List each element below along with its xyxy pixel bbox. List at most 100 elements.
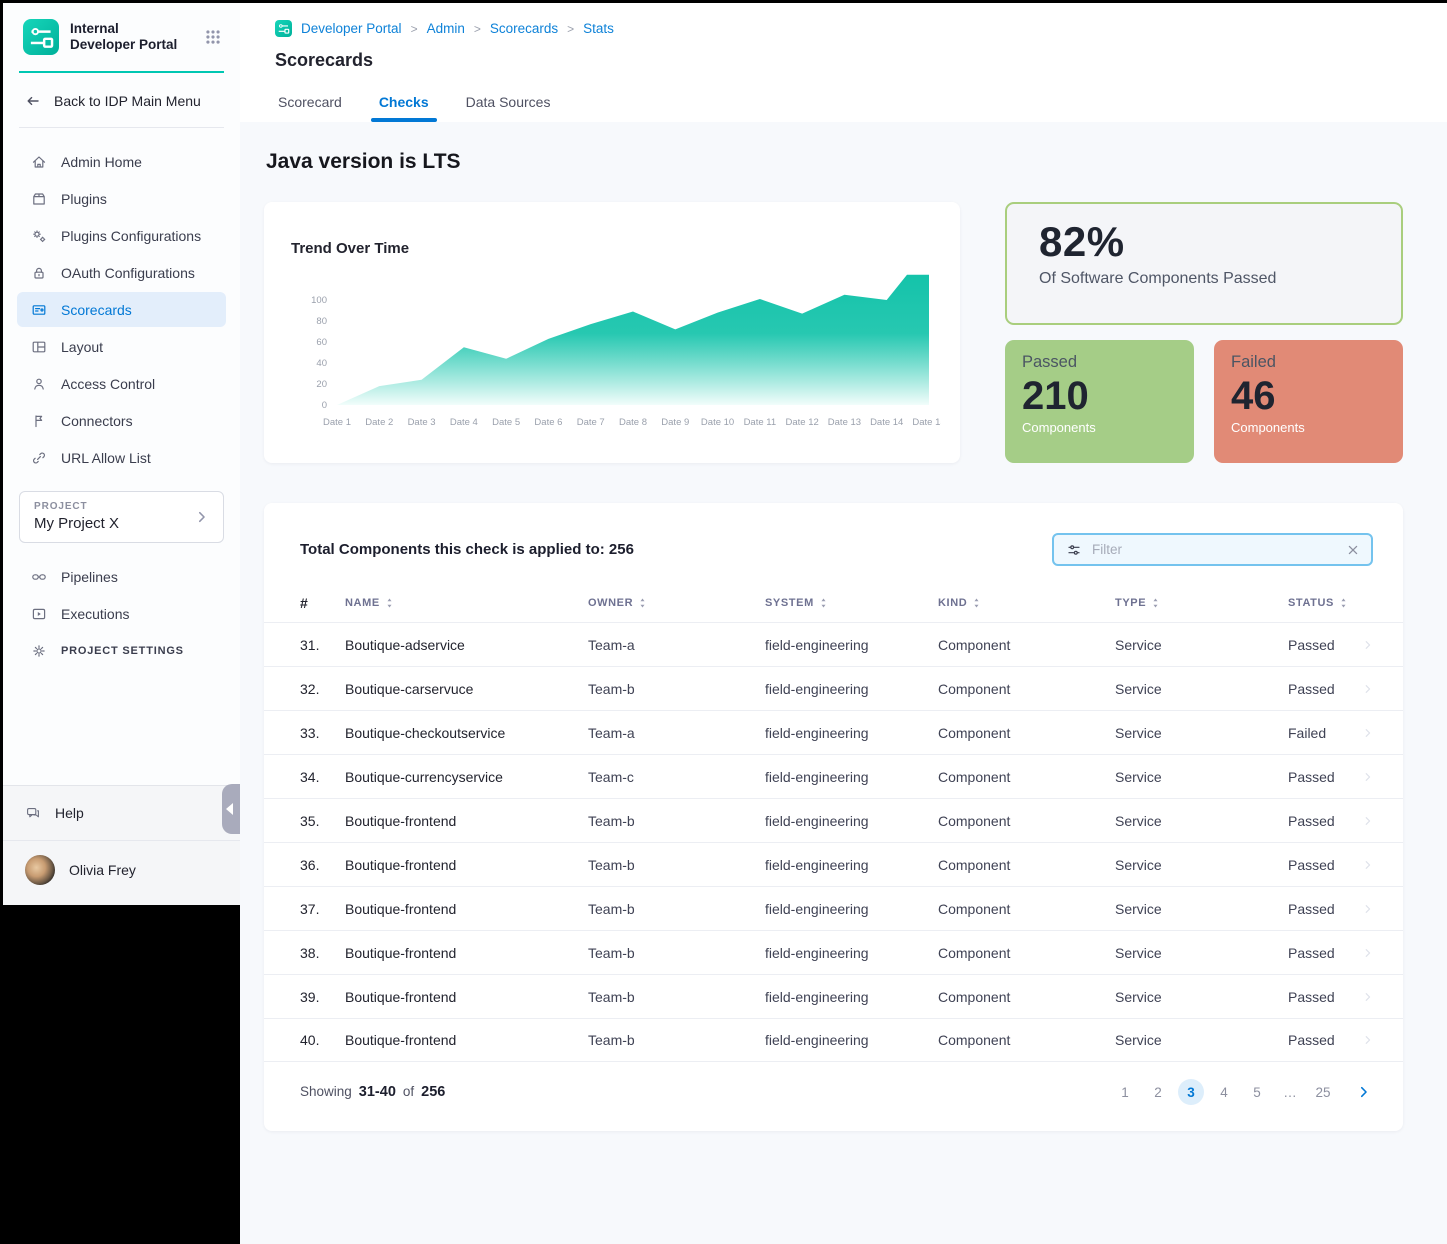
sidebar-item-scorecards[interactable]: Scorecards: [17, 292, 226, 327]
page-3[interactable]: 3: [1178, 1079, 1204, 1105]
cell-system: field-engineering: [765, 1032, 938, 1048]
sidebar-item-oauth-configurations[interactable]: OAuth Configurations: [17, 255, 226, 290]
cell-num: 35.: [300, 813, 345, 829]
col-header-name[interactable]: NAME: [345, 596, 588, 610]
sidebar-item-label: Plugins: [61, 191, 107, 207]
cell-status: Passed: [1288, 637, 1361, 653]
filter-input[interactable]: [1092, 542, 1335, 557]
user-menu[interactable]: Olivia Frey: [3, 841, 240, 905]
breadcrumb-stats[interactable]: Stats: [583, 21, 614, 36]
svg-text:Date 7: Date 7: [577, 417, 605, 428]
sidebar-item-url-allow-list[interactable]: URL Allow List: [17, 440, 226, 475]
sidebar-item-executions[interactable]: Executions: [17, 596, 226, 631]
cell-system: field-engineering: [765, 901, 938, 917]
content: Java version is LTS Trend Over Time 0204…: [240, 122, 1447, 1244]
sort-icon: [385, 596, 394, 610]
chart-title: Trend Over Time: [291, 240, 940, 257]
cell-type: Service: [1115, 857, 1288, 873]
tab-data-sources[interactable]: Data Sources: [466, 94, 551, 122]
page-2[interactable]: 2: [1145, 1079, 1171, 1105]
breadcrumb-separator: >: [474, 22, 481, 36]
check-title: Java version is LTS: [264, 150, 1403, 174]
page-title: Scorecards: [275, 50, 1447, 71]
sidebar-item-pipelines[interactable]: Pipelines: [17, 559, 226, 594]
trend-chart-card: Trend Over Time 020406080100Date 1Date 2…: [264, 202, 960, 463]
table-row[interactable]: 35.Boutique-frontendTeam-bfield-engineer…: [264, 798, 1403, 842]
sidebar-item-admin-home[interactable]: Admin Home: [17, 144, 226, 179]
page-5[interactable]: 5: [1244, 1079, 1270, 1105]
app-switcher-icon[interactable]: [204, 28, 222, 46]
table-row[interactable]: 38.Boutique-frontendTeam-bfield-engineer…: [264, 930, 1403, 974]
avatar: [25, 855, 55, 885]
tab-checks[interactable]: Checks: [379, 94, 429, 122]
svg-text:Date 8: Date 8: [619, 417, 647, 428]
cell-owner: Team-b: [588, 945, 765, 961]
col-header-kind[interactable]: KIND: [938, 596, 1115, 610]
row-chevron-icon: [1361, 990, 1375, 1004]
cell-system: field-engineering: [765, 681, 938, 697]
clear-filter-icon[interactable]: [1345, 542, 1361, 558]
passed-caption: Components: [1022, 420, 1194, 435]
table-row[interactable]: 32.Boutique-carservuceTeam-bfield-engine…: [264, 666, 1403, 710]
sidebar-item-connectors[interactable]: Connectors: [17, 403, 226, 438]
col-label: KIND: [938, 597, 967, 609]
filter-sliders-icon[interactable]: [1066, 542, 1082, 558]
cell-num: 36.: [300, 857, 345, 873]
sidebar-collapse-handle[interactable]: [222, 784, 240, 834]
project-selector[interactable]: PROJECT My Project X: [19, 491, 224, 543]
col-header-system[interactable]: SYSTEM: [765, 596, 938, 610]
col-header-hash: #: [300, 595, 345, 611]
svg-text:Date 2: Date 2: [365, 417, 393, 428]
col-header-owner[interactable]: OWNER: [588, 596, 765, 610]
back-to-idp-main-menu[interactable]: Back to IDP Main Menu: [3, 73, 240, 127]
page-4[interactable]: 4: [1211, 1079, 1237, 1105]
table-row[interactable]: 40.Boutique-frontendTeam-bfield-engineer…: [264, 1018, 1403, 1062]
svg-text:Date 14: Date 14: [870, 417, 903, 428]
breadcrumb-developer-portal[interactable]: Developer Portal: [301, 21, 402, 36]
cell-name: Boutique-frontend: [345, 857, 588, 873]
cell-kind: Component: [938, 989, 1115, 1005]
breadcrumb-admin[interactable]: Admin: [427, 21, 465, 36]
tab-scorecard[interactable]: Scorecard: [278, 94, 342, 122]
plugins-icon: [31, 191, 47, 207]
sidebar-item-project-settings[interactable]: PROJECT SETTINGS: [17, 633, 226, 668]
page-25[interactable]: 25: [1310, 1079, 1336, 1105]
layout-icon: [31, 339, 47, 355]
gears-icon: [31, 228, 47, 244]
svg-text:Date 5: Date 5: [492, 417, 520, 428]
table-row[interactable]: 39.Boutique-frontendTeam-bfield-engineer…: [264, 974, 1403, 1018]
sidebar-item-plugins[interactable]: Plugins: [17, 181, 226, 216]
execution-icon: [31, 606, 47, 622]
col-label: OWNER: [588, 597, 633, 609]
table-row[interactable]: 36.Boutique-frontendTeam-bfield-engineer…: [264, 842, 1403, 886]
next-page-button[interactable]: [1355, 1083, 1373, 1101]
table-row[interactable]: 33.Boutique-checkoutserviceTeam-afield-e…: [264, 710, 1403, 754]
row-chevron-icon: [1361, 638, 1375, 652]
row-chevron-icon: [1361, 946, 1375, 960]
cell-system: field-engineering: [765, 857, 938, 873]
table-row[interactable]: 37.Boutique-frontendTeam-bfield-engineer…: [264, 886, 1403, 930]
filter-box: [1052, 533, 1373, 566]
sidebar-item-plugins-configurations[interactable]: Plugins Configurations: [17, 218, 226, 253]
sidebar-item-layout[interactable]: Layout: [17, 329, 226, 364]
table-row[interactable]: 34.Boutique-currencyserviceTeam-cfield-e…: [264, 754, 1403, 798]
cell-kind: Component: [938, 813, 1115, 829]
col-header-status[interactable]: STATUS: [1288, 596, 1361, 610]
col-label: SYSTEM: [765, 597, 814, 609]
col-header-type[interactable]: TYPE: [1115, 596, 1288, 610]
page-ellipsis: …: [1277, 1079, 1303, 1105]
svg-text:0: 0: [322, 400, 327, 411]
col-label: STATUS: [1288, 597, 1334, 609]
cell-system: field-engineering: [765, 769, 938, 785]
collapse-arrow-icon: [226, 803, 233, 815]
cell-type: Service: [1115, 769, 1288, 785]
help-button[interactable]: Help: [3, 786, 240, 840]
table-row[interactable]: 31.Boutique-adserviceTeam-afield-enginee…: [264, 622, 1403, 666]
row-chevron-icon: [1361, 726, 1375, 740]
sidebar-item-access-control[interactable]: Access Control: [17, 366, 226, 401]
svg-text:Date 1: Date 1: [323, 417, 351, 428]
cell-kind: Component: [938, 857, 1115, 873]
page-1[interactable]: 1: [1112, 1079, 1138, 1105]
table-footer: Showing 31-40 of 256 12345…25: [264, 1062, 1403, 1131]
breadcrumb-scorecards[interactable]: Scorecards: [490, 21, 558, 36]
